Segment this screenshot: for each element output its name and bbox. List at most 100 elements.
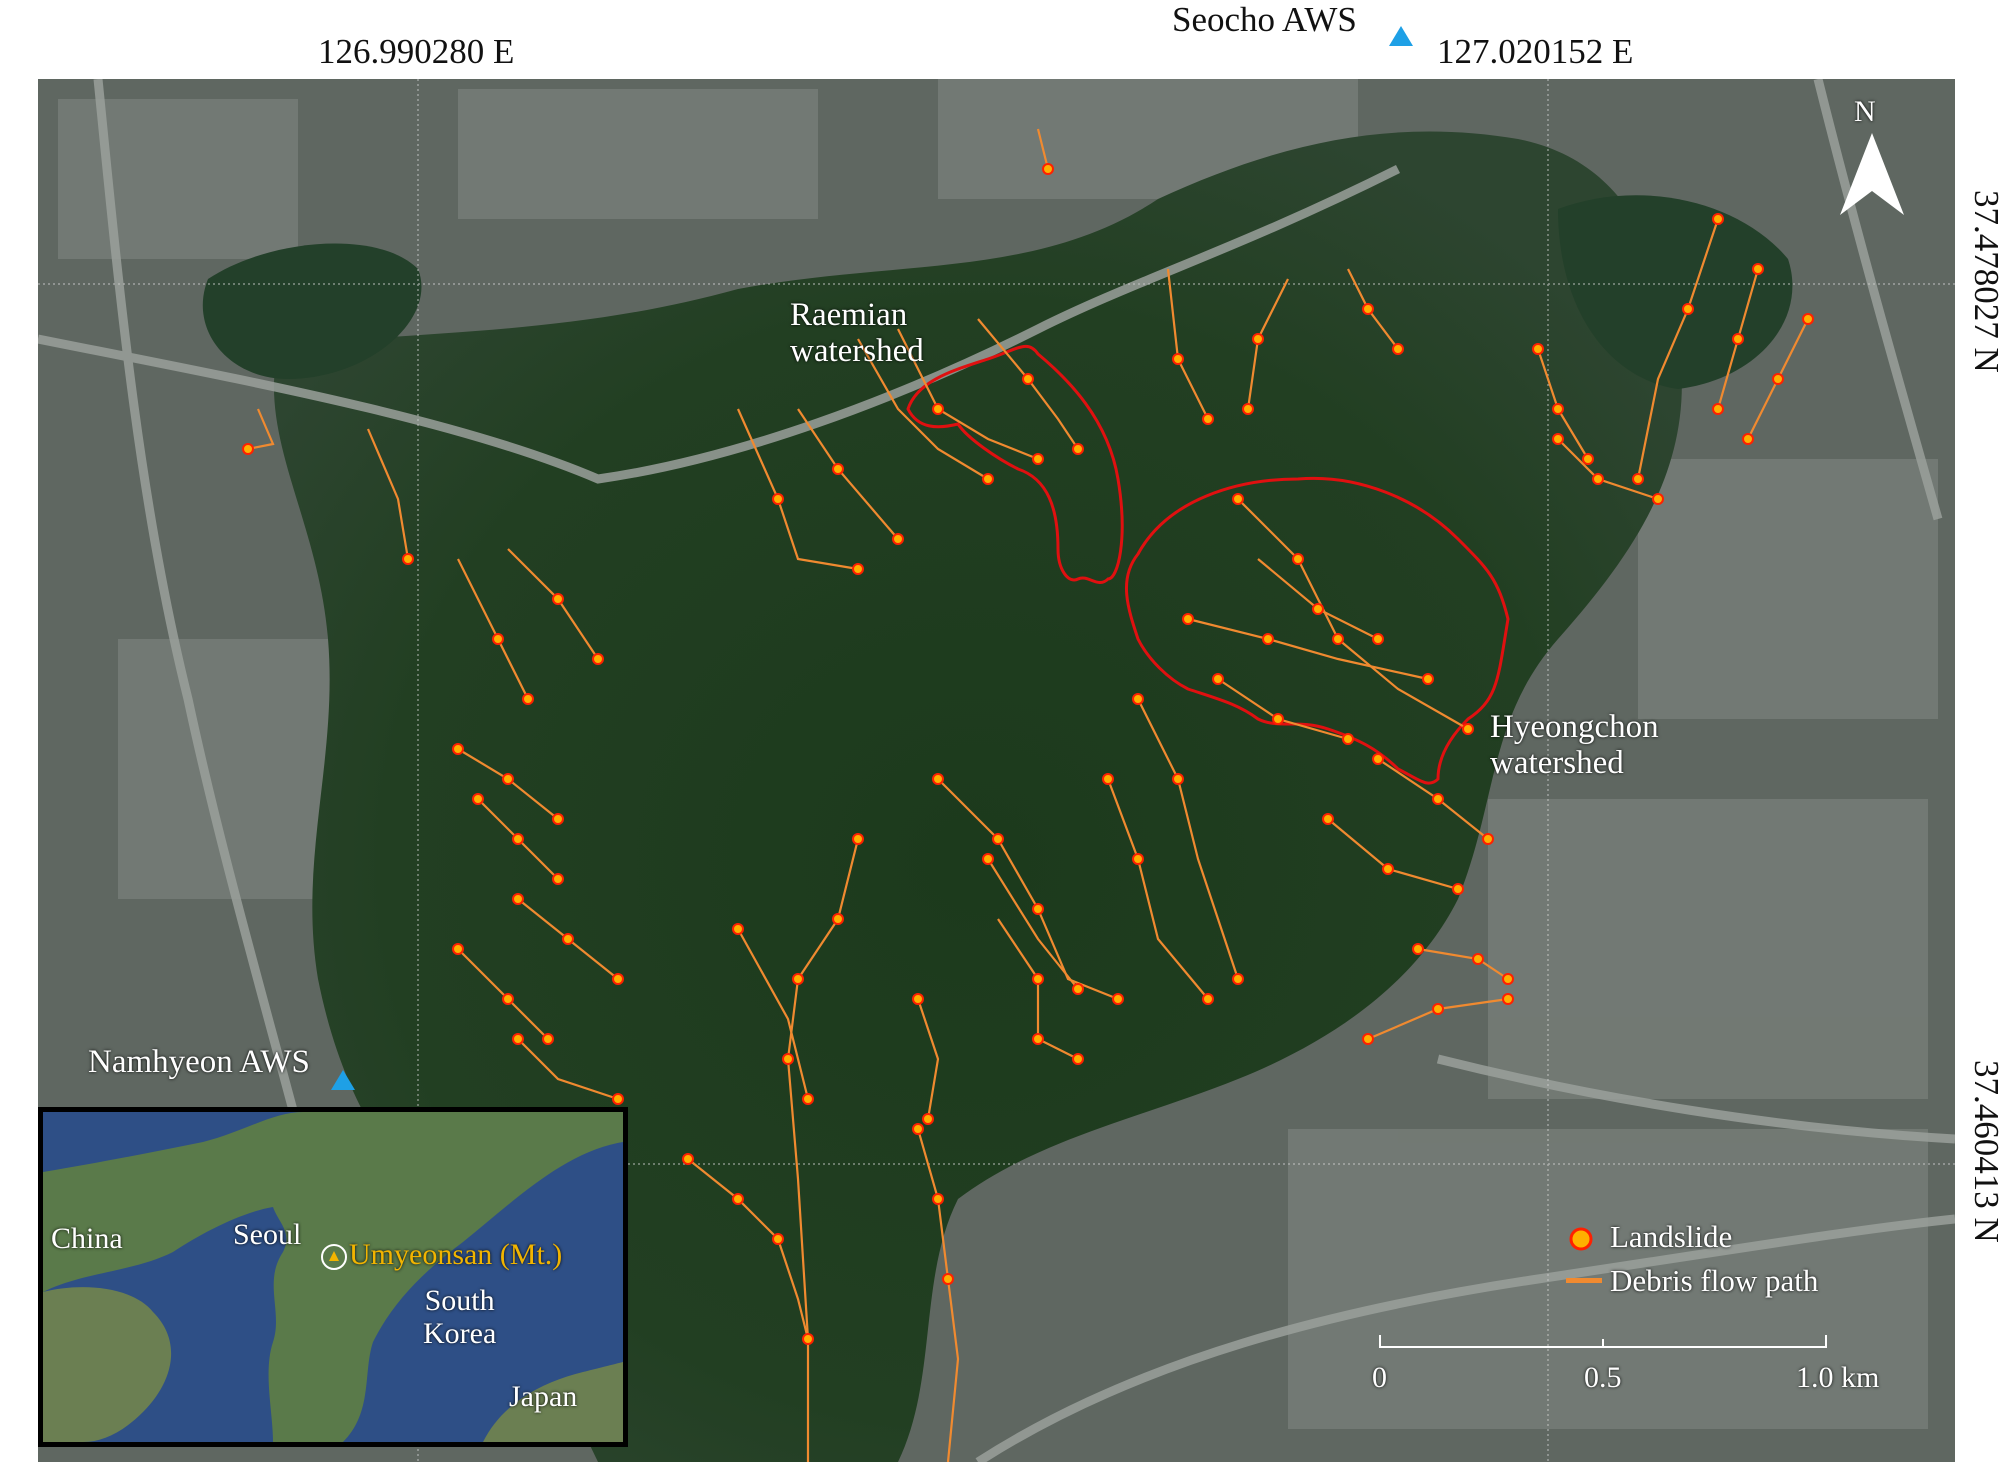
debris-flow-path xyxy=(786,838,860,1462)
landslide-point xyxy=(1032,973,1044,985)
landslide-point xyxy=(1552,433,1564,445)
north-arrow-icon xyxy=(1840,133,1904,215)
landslide-point xyxy=(932,773,944,785)
debris-flow-path xyxy=(1246,278,1289,410)
debris-legend-label: Debris flow path xyxy=(1610,1263,1819,1298)
landslide-point xyxy=(542,1033,554,1045)
landslide-point xyxy=(982,853,994,865)
namhyeon-aws-marker xyxy=(331,1070,355,1090)
inset-south-korea-label: South Korea xyxy=(423,1284,496,1350)
landslide-point xyxy=(832,463,844,475)
landslide-point xyxy=(802,1333,814,1345)
landslide-point xyxy=(992,833,1004,845)
landslide-point xyxy=(1502,973,1514,985)
landslide-point xyxy=(522,693,534,705)
raemian-label: Raemian watershed xyxy=(790,297,924,370)
landslide-point xyxy=(1212,673,1224,685)
landslide-point xyxy=(452,743,464,755)
landslide-point xyxy=(1072,983,1084,995)
landslide-point xyxy=(1632,473,1644,485)
longitude-right-label: 127.020152 E xyxy=(1437,32,1634,71)
latitude-top-label: 37.478027 N xyxy=(1967,190,2006,373)
landslide-point xyxy=(1582,453,1594,465)
debris-legend-icon xyxy=(1566,1278,1602,1283)
landslide-point xyxy=(1072,443,1084,455)
hyeongchon-label: Hyeongchon watershed xyxy=(1490,709,1659,782)
landslide-point xyxy=(772,1233,784,1245)
debris-flow-path xyxy=(916,1128,960,1462)
landslide-point xyxy=(1272,713,1284,725)
landslide-point xyxy=(492,633,504,645)
landslide-point xyxy=(402,553,414,565)
longitude-left-label: 126.990280 E xyxy=(318,32,515,71)
debris-flow-path xyxy=(517,1038,619,1101)
debris-flow-path xyxy=(1166,268,1209,420)
landslide-point xyxy=(1202,413,1214,425)
debris-flow-path xyxy=(1237,498,1469,730)
landslide-point xyxy=(932,1193,944,1205)
landslide-point xyxy=(592,653,604,665)
scale-zero: 0 xyxy=(1372,1361,1387,1394)
debris-flow-path xyxy=(1557,438,1659,501)
landslide-point xyxy=(852,833,864,845)
landslide-point xyxy=(1772,373,1784,385)
landslide-point xyxy=(792,973,804,985)
debris-flow-path xyxy=(1036,128,1050,170)
north-label: N xyxy=(1854,95,1876,128)
debris-flow-path xyxy=(457,948,549,1040)
landslide-point xyxy=(912,993,924,1005)
landslide-point xyxy=(242,443,254,455)
landslide-point xyxy=(1362,1033,1374,1045)
debris-flow-path xyxy=(1417,947,1509,980)
landslide-point xyxy=(1742,433,1754,445)
inset-seoul-label: Seoul xyxy=(233,1218,302,1251)
landslide-point xyxy=(612,1093,624,1105)
landslide-point xyxy=(1452,883,1464,895)
landslide-point xyxy=(512,1033,524,1045)
landslide-point xyxy=(562,933,574,945)
landslide-point xyxy=(1032,453,1044,465)
landslide-point xyxy=(1032,903,1044,915)
landslide-point xyxy=(1652,493,1664,505)
debris-flow-path xyxy=(1106,778,1209,1000)
landslide-point xyxy=(732,923,744,935)
landslide-point xyxy=(1202,993,1214,1005)
landslide-point xyxy=(732,1193,744,1205)
landslide-point xyxy=(1372,753,1384,765)
landslide-point xyxy=(1172,353,1184,365)
debris-flow-path xyxy=(1636,218,1720,480)
landslide-point xyxy=(922,1113,934,1125)
debris-flow-path xyxy=(507,548,599,660)
landslide-point xyxy=(1042,163,1054,175)
seocho-aws-marker xyxy=(1389,26,1413,46)
debris-flow-path xyxy=(737,928,810,1100)
inset-japan-label: Japan xyxy=(509,1380,578,1413)
scale-half: 0.5 xyxy=(1584,1361,1622,1394)
landslide-point xyxy=(1072,1053,1084,1065)
debris-flow-path xyxy=(687,1158,810,1340)
landslide-point xyxy=(982,473,994,485)
landslide-point xyxy=(1172,773,1184,785)
landslide-point xyxy=(892,533,904,545)
landslide-point xyxy=(1252,333,1264,345)
landslide-point xyxy=(1342,733,1354,745)
debris-flow-path xyxy=(1217,678,1349,741)
landslide-point xyxy=(802,1093,814,1105)
scale-one: 1.0 km xyxy=(1796,1361,1880,1394)
debris-flow-path xyxy=(247,408,275,451)
landslide-point xyxy=(552,813,564,825)
hyeongchon-label-line2: watershed xyxy=(1490,745,1624,782)
landslide-point xyxy=(552,593,564,605)
landslide-point xyxy=(772,493,784,505)
debris-flow-path xyxy=(457,558,529,700)
landslide-point xyxy=(852,563,864,575)
landslide-point xyxy=(612,973,624,985)
landslide-point xyxy=(512,833,524,845)
debris-flow-path xyxy=(1187,617,1429,681)
landslide-point xyxy=(472,793,484,805)
debris-flow-path xyxy=(736,408,859,571)
landslide-point xyxy=(1752,263,1764,275)
seocho-aws-label: Seocho AWS xyxy=(1172,0,1357,39)
landslide-point xyxy=(1362,303,1374,315)
landslide-point xyxy=(1182,613,1194,625)
